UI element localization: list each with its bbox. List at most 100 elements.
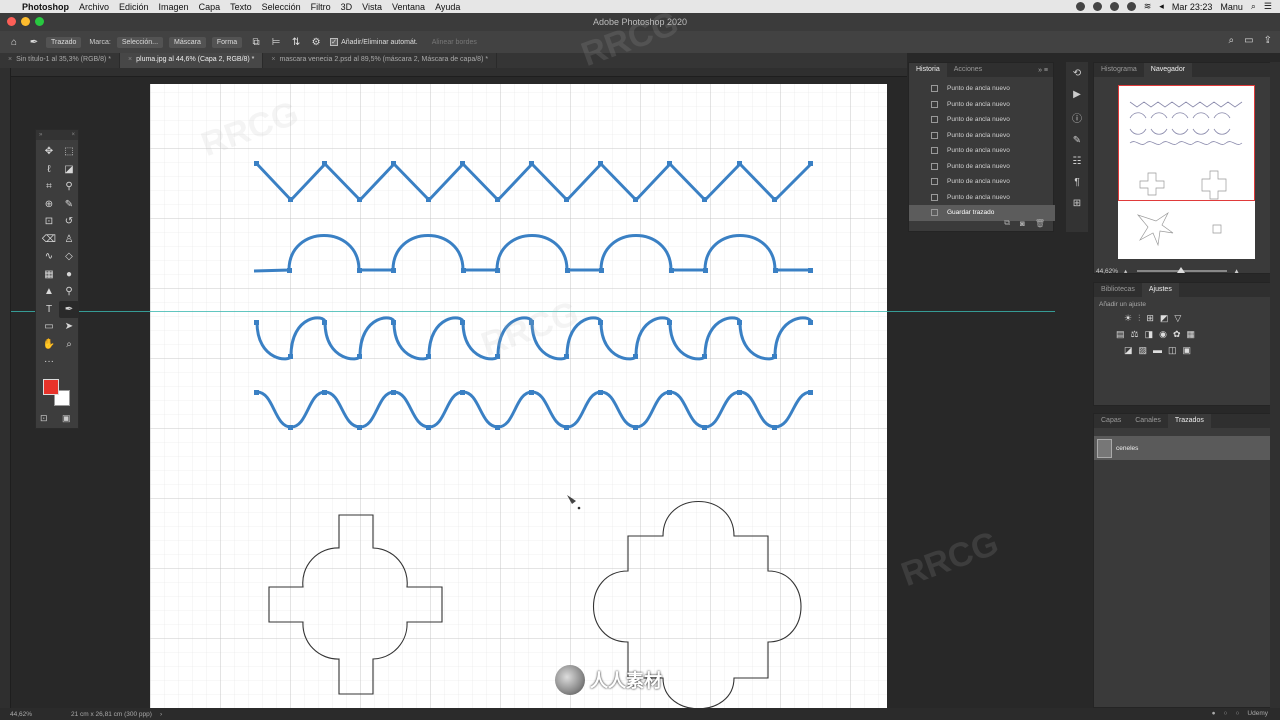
- brightness-contrast-icon[interactable]: ☀: [1124, 313, 1132, 324]
- horizontal-ruler[interactable]: [11, 68, 907, 77]
- photo-filter-icon[interactable]: ◉: [1159, 329, 1167, 340]
- vertical-ruler[interactable]: [0, 68, 11, 708]
- background-eraser-icon[interactable]: ◇: [59, 248, 79, 266]
- menu-vista[interactable]: Vista: [362, 2, 382, 12]
- make-selection-button[interactable]: Selección...: [116, 36, 164, 48]
- path-arrangement-icon[interactable]: ⇅: [290, 36, 302, 48]
- home-icon[interactable]: ⌂: [8, 36, 20, 48]
- menu-app-name[interactable]: Photoshop: [22, 2, 69, 12]
- history-item[interactable]: Punto de ancla nuevo: [909, 81, 1055, 97]
- actions-play-icon[interactable]: ▶: [1073, 89, 1081, 100]
- history-item[interactable]: Punto de ancla nuevo: [909, 174, 1055, 190]
- history-item[interactable]: Punto de ancla nuevo: [909, 128, 1055, 144]
- marquee-tool-icon[interactable]: ⬚: [59, 143, 79, 161]
- rectangle-tool-icon[interactable]: ▭: [39, 318, 59, 336]
- crop-tool-icon[interactable]: ⌗: [39, 178, 59, 196]
- more-tools-icon[interactable]: ···: [39, 353, 59, 371]
- horizontal-guide-line[interactable]: [11, 311, 1055, 312]
- exposure-icon[interactable]: ◩: [1160, 313, 1169, 324]
- tab-navegador[interactable]: Navegador: [1143, 63, 1193, 77]
- info-icon[interactable]: ⓘ: [1072, 110, 1082, 125]
- channel-mixer-icon[interactable]: ✿: [1173, 329, 1181, 340]
- new-document-from-state-icon[interactable]: ⧉: [1004, 218, 1010, 228]
- status-zoom[interactable]: 44,62%: [10, 711, 55, 718]
- history-brush-tool-icon[interactable]: ↺: [59, 213, 79, 231]
- character-icon[interactable]: ¶: [1074, 177, 1079, 188]
- black-white-icon[interactable]: ◨: [1145, 329, 1154, 340]
- auto-add-delete-checkbox[interactable]: ✓ Añadir/Eliminar automát.: [330, 38, 418, 46]
- tab-acciones[interactable]: Acciones: [947, 63, 989, 77]
- lasso-tool-icon[interactable]: ℓ: [39, 161, 59, 179]
- properties-icon[interactable]: ☷: [1073, 156, 1082, 167]
- selective-color-icon[interactable]: ▣: [1183, 345, 1192, 356]
- menu-edicion[interactable]: Edición: [119, 2, 149, 12]
- panel-menu-icon[interactable]: » ≡: [1038, 67, 1053, 74]
- close-tab-icon[interactable]: ×: [271, 56, 275, 63]
- menu-filtro[interactable]: Filtro: [311, 2, 331, 12]
- path-alignment-icon[interactable]: ⊨: [270, 36, 282, 48]
- quick-mask-icon[interactable]: ⊡: [40, 413, 48, 424]
- clock[interactable]: Mar 23:23: [1172, 2, 1213, 12]
- pen-tool-icon[interactable]: ✒: [59, 300, 79, 318]
- make-shape-button[interactable]: Forma: [211, 36, 243, 48]
- history-item[interactable]: Punto de ancla nuevo: [909, 190, 1055, 206]
- navigator-view-box[interactable]: [1118, 85, 1255, 201]
- history-panel-icon[interactable]: ⟲: [1073, 68, 1081, 79]
- zoom-out-icon[interactable]: ▴: [1124, 267, 1127, 275]
- tab-ajustes[interactable]: Ajustes: [1141, 283, 1179, 297]
- color-balance-icon[interactable]: ⚖: [1131, 329, 1139, 340]
- levels-icon[interactable]: ⫶: [1138, 313, 1140, 324]
- history-item[interactable]: Punto de ancla nuevo: [909, 159, 1055, 175]
- tab-canales[interactable]: Canales: [1128, 414, 1168, 428]
- workspace-icon[interactable]: ▭: [1244, 35, 1253, 46]
- close-tab-icon[interactable]: ×: [8, 56, 12, 63]
- brush-settings-icon[interactable]: ✎: [1073, 135, 1081, 146]
- tab-pluma[interactable]: × pluma.jpg al 44,6% (Capa 2, RGB/8) *: [120, 53, 264, 68]
- navigator-zoom-value[interactable]: 44,62%: [1096, 268, 1118, 275]
- right-panel-scrollbar[interactable]: [1270, 62, 1280, 708]
- gear-icon[interactable]: ⚙: [310, 36, 322, 48]
- navigator-thumbnail[interactable]: [1118, 85, 1255, 259]
- path-operations-icon[interactable]: ⧉: [250, 36, 262, 48]
- art-brush-tool-icon[interactable]: ∿: [39, 248, 59, 266]
- styles-icon[interactable]: ⊞: [1073, 198, 1081, 209]
- color-lookup-icon[interactable]: ▦: [1187, 329, 1196, 340]
- history-item[interactable]: Punto de ancla nuevo: [909, 112, 1055, 128]
- dodge-tool-icon[interactable]: ▲: [39, 283, 59, 301]
- eraser-tool-icon[interactable]: ⌫: [39, 231, 59, 249]
- pen-tool-preset-icon[interactable]: ✒: [28, 36, 40, 48]
- tab-mascara-venecia[interactable]: × mascara venecia 2.psd al 89,5% (máscara…: [263, 53, 498, 68]
- close-tab-icon[interactable]: ×: [128, 56, 132, 63]
- menu-imagen[interactable]: Imagen: [159, 2, 189, 12]
- stamp-tool-icon[interactable]: ♙: [59, 231, 79, 249]
- menu-seleccion[interactable]: Selección: [262, 2, 301, 12]
- make-mask-button[interactable]: Máscara: [169, 36, 206, 48]
- screen-mode-icon[interactable]: ▣: [62, 413, 71, 424]
- share-icon[interactable]: ⇪: [1264, 35, 1272, 46]
- wifi-icon[interactable]: ≋: [1144, 1, 1152, 12]
- zoom-slider[interactable]: [1137, 267, 1228, 273]
- sync-icon[interactable]: [1109, 2, 1119, 11]
- blur-tool-icon[interactable]: ●: [59, 266, 79, 284]
- zoom-in-icon[interactable]: ▲: [1233, 268, 1239, 275]
- history-item[interactable]: Punto de ancla nuevo: [909, 97, 1055, 113]
- trash-icon[interactable]: 🗑: [1035, 219, 1045, 228]
- tab-bibliotecas[interactable]: Bibliotecas: [1094, 283, 1142, 297]
- snapshot-camera-icon[interactable]: ◙: [1020, 219, 1025, 228]
- menu-capa[interactable]: Capa: [199, 2, 221, 12]
- tab-trazados[interactable]: Trazados: [1167, 414, 1211, 428]
- gradient-tool-icon[interactable]: ▦: [39, 266, 59, 284]
- foreground-color-swatch[interactable]: [43, 379, 59, 395]
- path-item[interactable]: ceneles: [1094, 436, 1271, 460]
- tool-mode-select[interactable]: Trazado: [46, 36, 82, 48]
- menu-archivo[interactable]: Archivo: [79, 2, 109, 12]
- tools-panel-header[interactable]: » ×: [36, 130, 78, 140]
- brush-tool-icon[interactable]: ✎: [59, 196, 79, 214]
- path-selection-tool-icon[interactable]: ➤: [59, 318, 79, 336]
- posterize-icon[interactable]: ▨: [1139, 345, 1148, 356]
- gradient-map-icon[interactable]: ◫: [1168, 345, 1177, 356]
- threshold-icon[interactable]: ▬: [1153, 345, 1162, 356]
- invert-icon[interactable]: ◪: [1124, 345, 1133, 356]
- search-icon[interactable]: ⌕: [1251, 1, 1256, 12]
- curves-icon[interactable]: ⊞: [1146, 313, 1154, 324]
